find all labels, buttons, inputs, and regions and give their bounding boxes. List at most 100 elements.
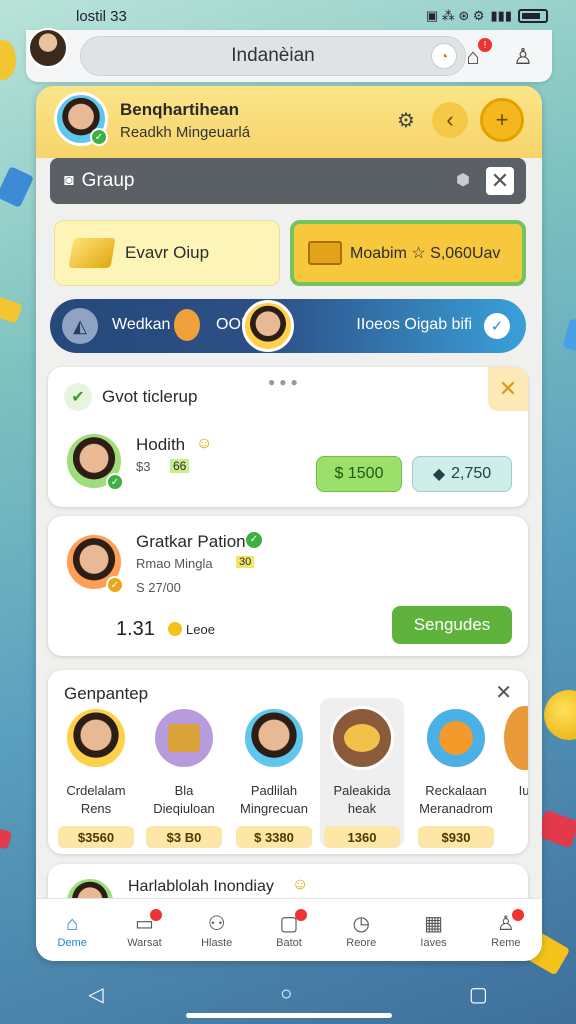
nav-label: Reme (491, 937, 521, 949)
notification-badge: ! (478, 38, 492, 52)
top-app-bar: Indanèian ◔ ⌂! ♙ (26, 28, 552, 82)
battery-icon (518, 9, 548, 23)
decorative-cube (536, 809, 576, 849)
status-bar: lostil 33 ▣ ⁂ ⊛ ⚙ ▮▮▮ (0, 0, 576, 32)
card2-amount: 1.31 (116, 618, 155, 640)
close-icon[interactable]: ✕ (495, 680, 512, 705)
options-icon[interactable]: ⬢ (456, 170, 470, 190)
member-avatar (504, 706, 528, 770)
store-icon[interactable]: ⌂! (458, 38, 492, 72)
decorative-coin (544, 690, 576, 740)
gem-icon: ◆ (432, 466, 446, 483)
nav-badge (511, 909, 524, 921)
add-button[interactable]: + (480, 98, 524, 142)
nav-label: Reore (346, 937, 377, 949)
group-bar[interactable]: ◙ Graup ⬢ ✕ (50, 158, 526, 204)
left-action-button[interactable]: Evavr Oiup (54, 220, 280, 286)
profile-name: Benqhartihean (120, 100, 240, 119)
smile-icon: ☺ (196, 435, 213, 452)
member-subname: Meranadrom (419, 801, 493, 816)
member-price: $930 (418, 826, 494, 848)
card2-price: S 27/00 (136, 580, 181, 595)
subscribe-button[interactable]: Sengudes (392, 606, 512, 644)
leaf-icon: ✔ (64, 383, 92, 411)
member-name: Paleakida (333, 783, 391, 798)
home-indicator[interactable] (186, 1013, 392, 1018)
member-avatar (64, 706, 128, 770)
decorative-cube (562, 318, 576, 352)
member-avatar (330, 706, 394, 770)
bottom-navigation: ⌂ Deme ▭ Warsat ⚇ Hlaste ▢ Batot ◷ Reore… (36, 898, 542, 961)
price-pill-green[interactable]: $ 1500 (316, 456, 402, 492)
profile-header: ✓ Benqhartihean Readkh Mingeuarlá ⚙ ‹ + (36, 86, 542, 158)
user-avatar[interactable] (28, 28, 68, 68)
info-right: IIoeos Oigab bifi (356, 316, 472, 333)
challenge-card: ✔ Gvot ticlerup ●●● ✕ ✓ Hodith ☺ $3 66 $… (48, 367, 528, 507)
nav-label: Iaves (420, 937, 447, 949)
chat-icon: ▭ (134, 913, 154, 935)
group-label: Graup (81, 170, 135, 191)
nav-home[interactable]: ⌂ Deme (42, 911, 102, 949)
system-back-icon[interactable]: ◁ (88, 982, 103, 1007)
main-panel: ✓ Benqhartihean Readkh Mingeuarlá ⚙ ‹ + … (36, 86, 542, 961)
price-pill-teal[interactable]: ◆ 2,750 (412, 456, 512, 492)
member-avatar (152, 706, 216, 770)
info-bar[interactable]: ◭ Wedkan OOI IIoeos Oigab bifi ✓ (50, 299, 526, 353)
left-action-label: Evavr Oiup (125, 243, 210, 262)
food-icon (344, 724, 380, 752)
settings-icon[interactable]: ⚙ (394, 108, 418, 132)
search-text: Indanèian (231, 45, 315, 66)
nav-bag[interactable]: ▢ Batot (259, 909, 319, 949)
nav-profile[interactable]: ♙ Reme (476, 909, 536, 949)
chest-icon (308, 241, 342, 265)
close-icon[interactable]: ✕ (486, 167, 514, 195)
profile-icon[interactable]: ♙ (508, 42, 538, 72)
back-button[interactable]: ‹ (432, 102, 468, 138)
nav-label: Deme (57, 937, 87, 949)
member-item[interactable]: Paleakida heak 1360 (320, 698, 404, 848)
member-item[interactable]: Crdelalam Rens $3560 (54, 706, 138, 848)
info-left: Wedkan (112, 316, 171, 333)
search-field[interactable]: Indanèian ◔ (80, 36, 466, 76)
member-item[interactable]: Bla Dieqiuloan $3 B0 (142, 706, 226, 848)
offer-card: ✓ Gratkar Pation ✓ Rmao Mingla 30 S 27/0… (48, 516, 528, 656)
timer-icon[interactable]: ◔ (431, 43, 457, 69)
member-price: 1360 (324, 826, 400, 848)
member-name: Crdelalam (66, 783, 126, 798)
member-item[interactable]: Reckalaan Meranadrom $930 (414, 706, 498, 848)
nav-badge (294, 909, 307, 921)
coin-icon (168, 622, 182, 636)
card3-title: Genpantep (64, 684, 149, 703)
nav-people[interactable]: ⚇ Hlaste (187, 911, 247, 949)
card1-tag: 66 (170, 459, 190, 473)
status-time: lostil 33 (76, 7, 127, 25)
system-home-icon[interactable]: ○ (280, 983, 292, 1006)
home-icon: ⌂ (66, 913, 79, 935)
member-avatar (424, 706, 488, 770)
nav-label: Hlaste (201, 937, 233, 949)
info-avatar[interactable] (242, 300, 294, 352)
member-item[interactable]: Padlilah Mingrecuan $ 3380 (232, 706, 316, 848)
nav-clock[interactable]: ◷ Reore (331, 911, 391, 949)
online-badge: ✓ (106, 473, 124, 491)
right-action-button[interactable]: Moabim ☆ S,060Uav (290, 220, 526, 286)
member-name: Padlilah (250, 783, 298, 798)
dismiss-icon[interactable]: ✕ (488, 367, 528, 411)
member-subname: Mingrecuan (240, 801, 308, 816)
decorative-coin (0, 40, 16, 80)
member-item[interactable]: Iu (504, 706, 528, 800)
nav-chat[interactable]: ▭ Warsat (114, 909, 174, 949)
member-price: $3560 (58, 826, 134, 848)
card2-name: Gratkar Pation (136, 532, 246, 551)
verified-badge: ✓ (106, 576, 124, 594)
page-dots: ●●● (268, 375, 302, 389)
system-recents-icon[interactable]: ▢ (469, 982, 488, 1007)
profile-subtitle: Readkh Mingeuarlá (120, 124, 251, 141)
card1-title: Gvot ticlerup (102, 387, 198, 406)
member-price: $3 B0 (146, 826, 222, 848)
nav-grid[interactable]: ▦ Iaves (404, 911, 464, 949)
member-name: Iu (518, 783, 528, 798)
group-icon: ◙ (64, 172, 74, 189)
card4-title: Harlablolah Inondiay (128, 878, 274, 895)
check-icon[interactable]: ✓ (484, 313, 510, 339)
